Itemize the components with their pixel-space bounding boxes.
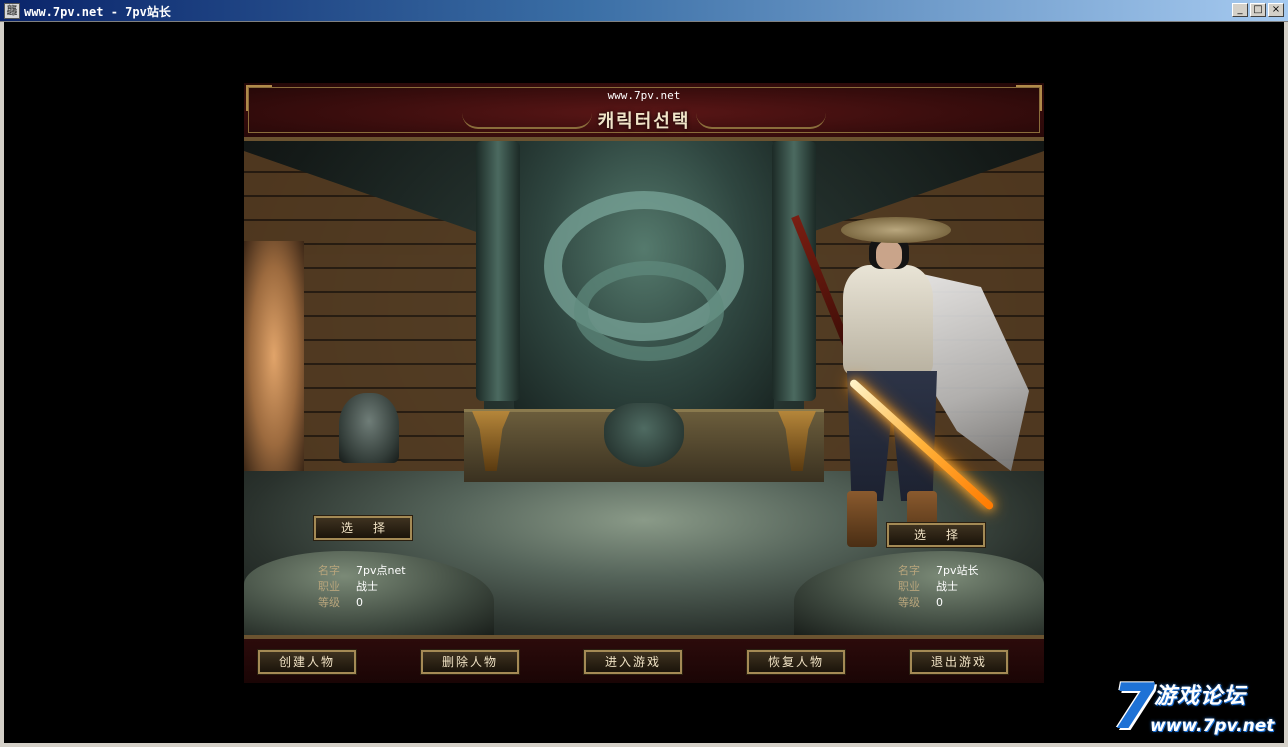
name-value: 7pv站长	[936, 564, 979, 577]
character-info-left: 名字 7pv点net 职业 战士 等级 0	[318, 563, 406, 611]
minimize-button[interactable]: _	[1232, 3, 1248, 17]
class-value: 战士	[936, 580, 958, 593]
warrior-character-model[interactable]	[791, 201, 1039, 571]
dragon-carving-coil	[574, 261, 724, 361]
name-label: 名字	[318, 564, 340, 577]
maximize-button[interactable]: □	[1250, 3, 1266, 17]
pillar-left	[476, 141, 520, 401]
torch-glow	[244, 241, 304, 471]
watermark-text: 游戏论坛	[1154, 684, 1247, 709]
level-label: 等级	[318, 596, 340, 609]
app-icon[interactable]: 龘	[4, 3, 20, 19]
panel-header: www.7pv.net 캐릭터선택	[244, 83, 1044, 141]
name-value: 7pv点net	[356, 564, 406, 577]
temple-scene	[244, 141, 1044, 635]
dragon-head-carving	[604, 403, 684, 467]
level-value: 0	[356, 596, 363, 609]
select-left-button[interactable]: 选择	[313, 515, 413, 541]
exit-game-button[interactable]: 退出游戏	[909, 649, 1009, 675]
enter-game-button[interactable]: 进入游戏	[583, 649, 683, 675]
character-info-right: 名字 7pv站长 职业 战士 等级 0	[898, 563, 979, 611]
character-select-panel: www.7pv.net 캐릭터선택 选择 选择 名字 7pv点net 职业 战士…	[244, 83, 1044, 683]
name-label: 名字	[898, 564, 920, 577]
delete-character-button[interactable]: 删除人物	[420, 649, 520, 675]
character-boot-left	[847, 491, 877, 547]
create-character-button[interactable]: 创建人物	[257, 649, 357, 675]
class-value: 战士	[356, 580, 378, 593]
class-label: 职业	[318, 580, 340, 593]
pillar-right	[772, 141, 816, 401]
guardian-lion-statue	[339, 393, 399, 463]
close-button[interactable]: ×	[1268, 3, 1284, 17]
screen-title: 캐릭터선택	[597, 111, 691, 132]
window-title: www.7pv.net - 7pv站长	[24, 5, 171, 19]
class-label: 职业	[898, 580, 920, 593]
window-titlebar[interactable]: 龘 www.7pv.net - 7pv站长 _ □ ×	[0, 0, 1288, 22]
watermark-logo-7: 7	[1112, 670, 1156, 743]
level-value: 0	[936, 596, 943, 609]
watermark-url: www.7pv.net	[1150, 716, 1275, 736]
level-label: 等级	[898, 596, 920, 609]
window-controls: _ □ ×	[1232, 3, 1284, 17]
straw-hat	[841, 217, 951, 243]
character-torso	[843, 265, 933, 375]
restore-character-button[interactable]: 恢复人物	[746, 649, 846, 675]
header-site-url: www.7pv.net	[607, 89, 681, 102]
character-face	[876, 241, 902, 269]
select-right-button[interactable]: 选择	[886, 522, 986, 548]
